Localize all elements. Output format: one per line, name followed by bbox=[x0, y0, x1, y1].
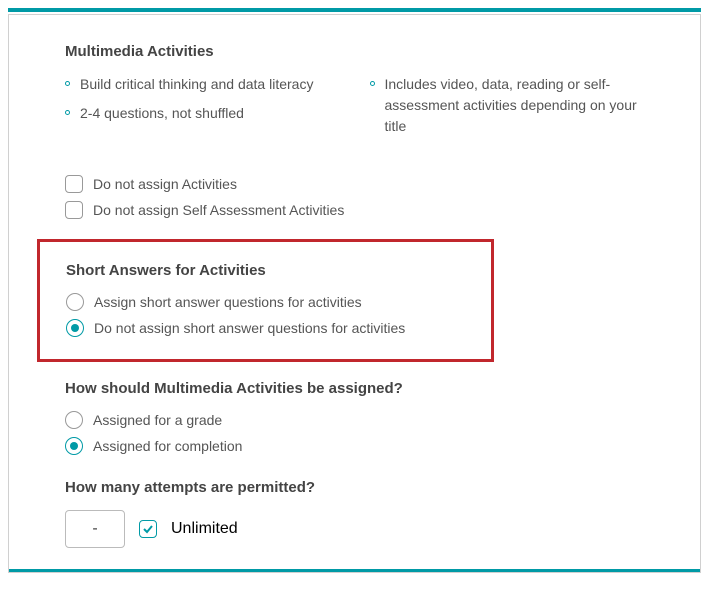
short-answers-highlight: Short Answers for Activities Assign shor… bbox=[37, 239, 494, 362]
bullet-icon bbox=[65, 81, 70, 86]
checkbox-row-no-self-assessment[interactable]: Do not assign Self Assessment Activities bbox=[65, 201, 644, 219]
attempts-input[interactable] bbox=[65, 510, 125, 548]
bullet-icon bbox=[370, 81, 375, 86]
bullet-item: Build critical thinking and data literac… bbox=[65, 74, 340, 95]
radio-assign-short[interactable] bbox=[66, 293, 84, 311]
radio-label: Assigned for completion bbox=[93, 438, 242, 454]
radio-completion[interactable] bbox=[65, 437, 83, 455]
checkbox-label: Do not assign Activities bbox=[93, 176, 237, 192]
bottom-accent-bar bbox=[9, 569, 700, 572]
bullet-text: Build critical thinking and data literac… bbox=[80, 74, 313, 95]
unlimited-label: Unlimited bbox=[171, 520, 238, 538]
how-assigned-title: How should Multimedia Activities be assi… bbox=[65, 380, 644, 397]
checkbox-no-activities[interactable] bbox=[65, 175, 83, 193]
radio-grade[interactable] bbox=[65, 411, 83, 429]
bullet-text: Includes video, data, reading or self-as… bbox=[385, 74, 645, 137]
bullets-right-col: Includes video, data, reading or self-as… bbox=[370, 74, 645, 145]
radio-label: Assigned for a grade bbox=[93, 412, 222, 428]
multimedia-bullets: Build critical thinking and data literac… bbox=[65, 74, 644, 145]
settings-panel: Multimedia Activities Build critical thi… bbox=[8, 14, 701, 573]
radio-row-completion[interactable]: Assigned for completion bbox=[65, 437, 644, 455]
checkbox-label: Do not assign Self Assessment Activities bbox=[93, 202, 344, 218]
checkbox-row-no-activities[interactable]: Do not assign Activities bbox=[65, 175, 644, 193]
check-icon bbox=[142, 523, 154, 535]
radio-row-assign-short[interactable]: Assign short answer questions for activi… bbox=[66, 293, 465, 311]
radio-no-assign-short[interactable] bbox=[66, 319, 84, 337]
radio-label: Do not assign short answer questions for… bbox=[94, 320, 405, 336]
multimedia-title: Multimedia Activities bbox=[65, 43, 644, 60]
checkbox-unlimited[interactable] bbox=[139, 520, 157, 538]
bullet-text: 2-4 questions, not shuffled bbox=[80, 103, 244, 124]
bullet-icon bbox=[65, 110, 70, 115]
radio-label: Assign short answer questions for activi… bbox=[94, 294, 362, 310]
top-accent-bar bbox=[8, 8, 701, 12]
bullets-left-col: Build critical thinking and data literac… bbox=[65, 74, 340, 145]
bullet-item: 2-4 questions, not shuffled bbox=[65, 103, 340, 124]
attempts-title: How many attempts are permitted? bbox=[65, 479, 644, 496]
short-answers-title: Short Answers for Activities bbox=[66, 262, 465, 279]
radio-row-no-assign-short[interactable]: Do not assign short answer questions for… bbox=[66, 319, 465, 337]
attempts-row: Unlimited bbox=[65, 510, 644, 548]
checkbox-no-self-assessment[interactable] bbox=[65, 201, 83, 219]
bullet-item: Includes video, data, reading or self-as… bbox=[370, 74, 645, 137]
radio-row-grade[interactable]: Assigned for a grade bbox=[65, 411, 644, 429]
